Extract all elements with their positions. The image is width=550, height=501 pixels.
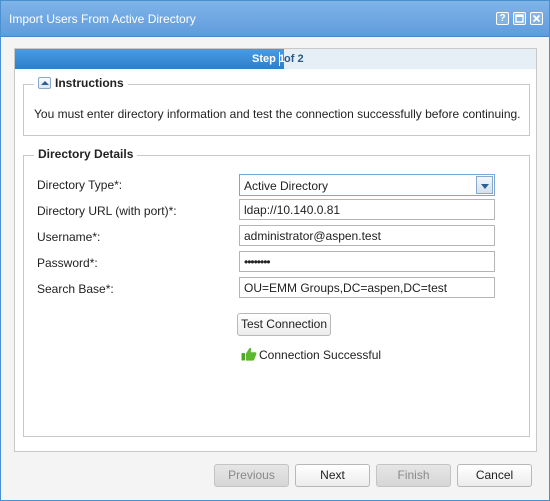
thumbs-up-icon bbox=[241, 347, 257, 361]
collapse-toggle-icon[interactable] bbox=[38, 77, 51, 89]
connection-status-text: Connection Successful bbox=[259, 348, 382, 362]
directory-details-panel: Directory Details Directory Type*: Activ… bbox=[23, 147, 530, 437]
directory-type-value: Active Directory bbox=[244, 179, 329, 193]
import-users-dialog: Import Users From Active Directory ? Ste… bbox=[0, 0, 550, 501]
instructions-panel: Instructions You must enter directory in… bbox=[23, 76, 530, 136]
help-icon[interactable]: ? bbox=[496, 12, 509, 25]
wizard-content: Step 1 of 2 Instructions You must enter … bbox=[14, 48, 537, 452]
title-bar[interactable]: Import Users From Active Directory ? bbox=[1, 1, 549, 37]
password-input[interactable]: •••••••• bbox=[239, 251, 495, 272]
directory-url-label: Directory URL (with port)*: bbox=[37, 204, 177, 218]
password-label: Password*: bbox=[37, 256, 98, 270]
search-base-label: Search Base*: bbox=[37, 282, 114, 296]
search-base-input[interactable]: OU=EMM Groups,DC=aspen,DC=test bbox=[239, 277, 495, 298]
window-title: Import Users From Active Directory bbox=[9, 12, 196, 26]
directory-details-legend: Directory Details bbox=[34, 147, 138, 161]
maximize-icon[interactable] bbox=[513, 12, 526, 25]
close-icon[interactable] bbox=[530, 12, 543, 25]
instructions-text: You must enter directory information and… bbox=[34, 107, 521, 121]
step-label: Step 1 bbox=[252, 53, 286, 65]
next-button[interactable]: Next bbox=[295, 464, 370, 487]
step-progress-bar: Step 1 of 2 bbox=[15, 49, 536, 69]
connection-status: Connection Successful bbox=[241, 347, 381, 362]
chevron-down-icon[interactable] bbox=[476, 176, 493, 194]
directory-type-label: Directory Type*: bbox=[37, 178, 123, 192]
cancel-button[interactable]: Cancel bbox=[457, 464, 532, 487]
test-connection-button[interactable]: Test Connection bbox=[237, 313, 331, 336]
finish-button[interactable]: Finish bbox=[376, 464, 451, 487]
username-input[interactable]: administrator@aspen.test bbox=[239, 225, 495, 246]
step-total: of 2 bbox=[284, 53, 304, 65]
step-progress-fill bbox=[15, 49, 284, 69]
directory-url-input[interactable]: ldap://10.140.0.81 bbox=[239, 199, 495, 220]
previous-button[interactable]: Previous bbox=[214, 464, 289, 487]
step-separator bbox=[279, 52, 280, 66]
username-label: Username*: bbox=[37, 230, 101, 244]
instructions-title: Instructions bbox=[55, 76, 124, 90]
directory-type-select[interactable]: Active Directory bbox=[239, 174, 495, 196]
instructions-legend[interactable]: Instructions bbox=[34, 76, 128, 90]
